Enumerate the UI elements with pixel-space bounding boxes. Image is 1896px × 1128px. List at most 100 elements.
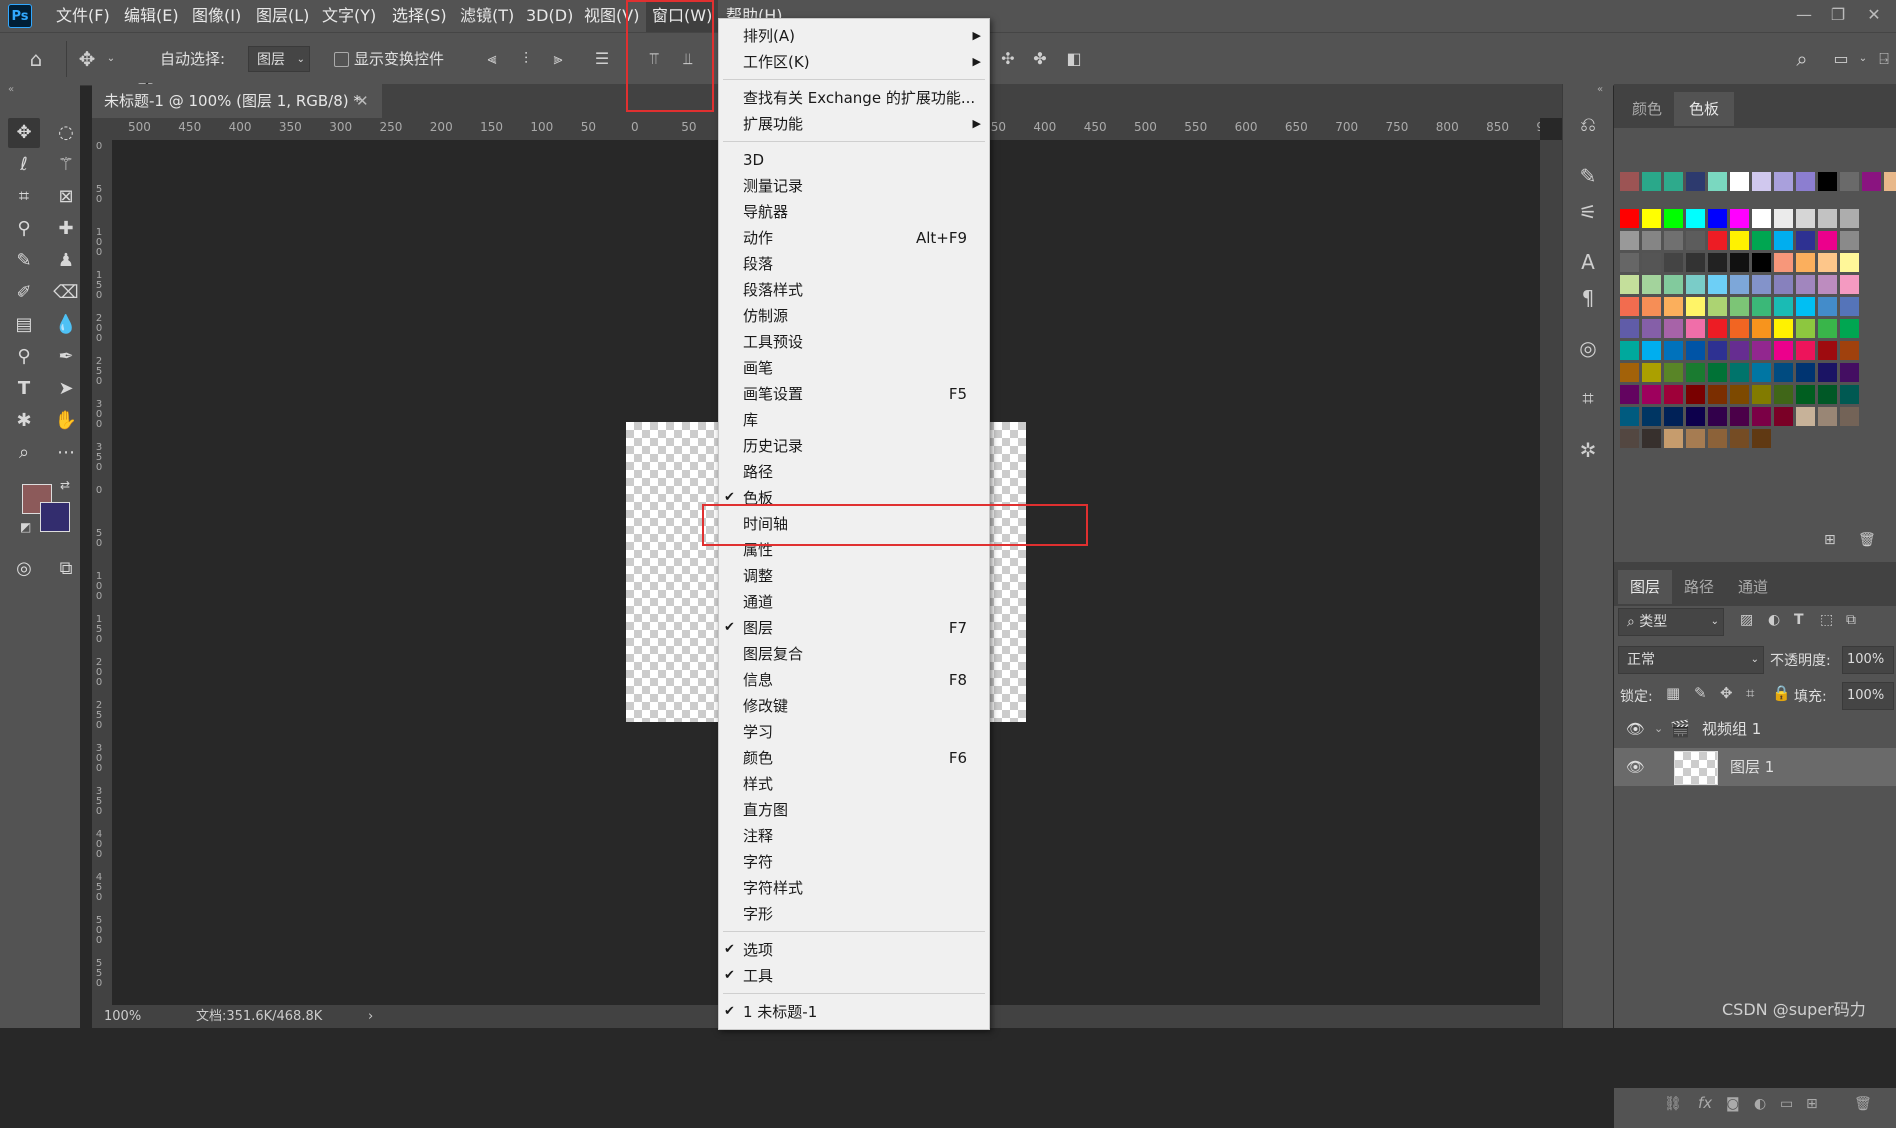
recent-swatch[interactable] bbox=[1730, 172, 1749, 191]
color-swatch[interactable] bbox=[1774, 341, 1793, 360]
document-tab[interactable]: 未标题-1 @ 100% (图层 1, RGB/8) * ✕ bbox=[92, 84, 382, 118]
color-swatch[interactable] bbox=[1620, 231, 1639, 250]
color-swatch[interactable] bbox=[1730, 341, 1749, 360]
recent-swatch[interactable] bbox=[1840, 172, 1859, 191]
add-mask-icon[interactable]: ◙ bbox=[1726, 1096, 1740, 1112]
color-swatch[interactable] bbox=[1642, 341, 1661, 360]
align-right-icon[interactable]: ⫸ bbox=[546, 33, 570, 85]
chevron-down-icon[interactable]: ⌄ bbox=[1856, 33, 1870, 85]
color-swatch[interactable] bbox=[1840, 275, 1859, 294]
more-tools-icon[interactable]: ⋯ bbox=[50, 438, 82, 468]
color-swatch[interactable] bbox=[1620, 297, 1639, 316]
menu-item[interactable]: 段落 bbox=[719, 251, 989, 277]
menu-item[interactable]: 学习 bbox=[719, 719, 989, 745]
color-swatch[interactable] bbox=[1774, 253, 1793, 272]
lock-pixels-icon[interactable]: ✎ bbox=[1694, 684, 1707, 702]
color-swatch[interactable] bbox=[1664, 297, 1683, 316]
color-swatch[interactable] bbox=[1774, 385, 1793, 404]
color-swatch[interactable] bbox=[1796, 341, 1815, 360]
color-swatch[interactable] bbox=[1774, 407, 1793, 426]
color-swatch[interactable] bbox=[1752, 363, 1771, 382]
color-swatch[interactable] bbox=[1840, 231, 1859, 250]
color-swatch[interactable] bbox=[1708, 297, 1727, 316]
color-swatch[interactable] bbox=[1686, 385, 1705, 404]
recent-swatch[interactable] bbox=[1664, 172, 1683, 191]
recent-swatch[interactable] bbox=[1708, 172, 1727, 191]
minimize-icon[interactable]: — bbox=[1790, 2, 1818, 28]
recent-swatch[interactable] bbox=[1862, 172, 1881, 191]
color-swatch[interactable] bbox=[1774, 209, 1793, 228]
menu-item[interactable]: ✔ 1 未标题-1 bbox=[719, 999, 989, 1025]
color-swatch[interactable] bbox=[1686, 275, 1705, 294]
color-swatch[interactable] bbox=[1642, 407, 1661, 426]
color-swatch[interactable] bbox=[1796, 407, 1815, 426]
chevron-down-icon[interactable]: ⌄ bbox=[1654, 710, 1663, 748]
recent-swatch[interactable] bbox=[1686, 172, 1705, 191]
brush-settings-icon[interactable]: ✎ bbox=[1574, 162, 1602, 190]
menu-item[interactable]: 画笔 bbox=[719, 355, 989, 381]
magic-wand-icon[interactable]: ⚚ bbox=[50, 150, 82, 180]
color-swatch[interactable] bbox=[1818, 363, 1837, 382]
recent-swatch[interactable] bbox=[1796, 172, 1815, 191]
history-panel-icon[interactable]: ⎌ bbox=[1574, 110, 1602, 138]
recent-swatch[interactable] bbox=[1884, 172, 1896, 191]
vertical-scrollbar[interactable] bbox=[1540, 140, 1562, 1005]
filter-shape-icon[interactable]: ⬚ bbox=[1820, 612, 1833, 628]
color-swatch[interactable] bbox=[1620, 341, 1639, 360]
history-brush-icon[interactable]: ✐ bbox=[8, 278, 40, 308]
color-swatch[interactable] bbox=[1730, 407, 1749, 426]
color-swatch[interactable] bbox=[1796, 385, 1815, 404]
workspace-icon[interactable]: ▭ bbox=[1828, 33, 1854, 85]
color-swatch[interactable] bbox=[1752, 341, 1771, 360]
marquee-tool-icon[interactable]: ◌ bbox=[50, 118, 82, 148]
crop-panel-icon[interactable]: ⌗ bbox=[1574, 384, 1602, 412]
color-swatch[interactable] bbox=[1664, 253, 1683, 272]
menu-item[interactable]: 调整 bbox=[719, 563, 989, 589]
show-transform-checkbox[interactable] bbox=[334, 52, 349, 67]
color-swatch[interactable] bbox=[1642, 385, 1661, 404]
menu-file[interactable]: 文件(F) bbox=[56, 0, 110, 32]
collapse-icon[interactable]: « bbox=[8, 84, 14, 95]
color-swatch[interactable] bbox=[1752, 297, 1771, 316]
share-icon[interactable]: ⍈ bbox=[1874, 33, 1894, 85]
color-swatch[interactable] bbox=[1708, 209, 1727, 228]
color-swatch[interactable] bbox=[1642, 319, 1661, 338]
menu-item[interactable]: 3D bbox=[719, 147, 989, 173]
blend-mode-dropdown[interactable]: 正常 ⌄ bbox=[1618, 646, 1764, 674]
menu-image[interactable]: 图像(I) bbox=[192, 0, 241, 32]
link-layers-icon[interactable]: ⛓ bbox=[1664, 1096, 1682, 1112]
color-swatch[interactable] bbox=[1730, 275, 1749, 294]
color-swatch[interactable] bbox=[1730, 385, 1749, 404]
plugins-icon[interactable]: ✲ bbox=[1574, 436, 1602, 464]
eye-icon[interactable]: 👁 bbox=[1626, 710, 1645, 748]
color-swatch[interactable] bbox=[1620, 209, 1639, 228]
menu-filter[interactable]: 滤镜(T) bbox=[460, 0, 514, 32]
layer-row-selected[interactable]: 👁 图层 1 bbox=[1614, 748, 1896, 786]
color-swatch[interactable] bbox=[1708, 275, 1727, 294]
lock-transparency-icon[interactable]: ▦ bbox=[1666, 684, 1680, 702]
recent-swatch[interactable] bbox=[1620, 172, 1639, 191]
new-layer-icon[interactable]: ⊞ bbox=[1806, 1096, 1818, 1112]
move-tool-icon[interactable]: ✥ bbox=[72, 33, 102, 85]
color-swatch[interactable] bbox=[1796, 363, 1815, 382]
lock-artboard-icon[interactable]: ⌗ bbox=[1746, 684, 1754, 702]
color-swatch[interactable] bbox=[1642, 253, 1661, 272]
color-swatch[interactable] bbox=[1774, 363, 1793, 382]
menu-item[interactable]: 扩展功能 ▶ bbox=[719, 111, 989, 137]
color-swatch[interactable] bbox=[1796, 209, 1815, 228]
color-swatch[interactable] bbox=[1752, 429, 1771, 448]
menu-3d[interactable]: 3D(D) bbox=[526, 0, 573, 32]
lasso-tool-icon[interactable]: ℓ bbox=[8, 150, 40, 180]
opacity-input[interactable]: 100% bbox=[1842, 646, 1894, 674]
color-swatch[interactable] bbox=[1796, 297, 1815, 316]
menu-item[interactable]: 通道 bbox=[719, 589, 989, 615]
menu-item[interactable]: 直方图 bbox=[719, 797, 989, 823]
layer-filter-dropdown[interactable]: ⌕ 类型 ⌄ bbox=[1618, 608, 1724, 636]
paragraph-panel-icon[interactable]: ¶ bbox=[1574, 284, 1602, 312]
eraser-icon[interactable]: ⌫ bbox=[50, 278, 82, 308]
background-color[interactable] bbox=[40, 502, 70, 532]
eye-icon[interactable]: 👁 bbox=[1626, 748, 1645, 786]
chevron-right-icon[interactable]: › bbox=[368, 1005, 373, 1028]
align-center-icon[interactable]: ⫶ bbox=[514, 33, 538, 85]
blur-tool-icon[interactable]: 💧 bbox=[50, 310, 82, 340]
